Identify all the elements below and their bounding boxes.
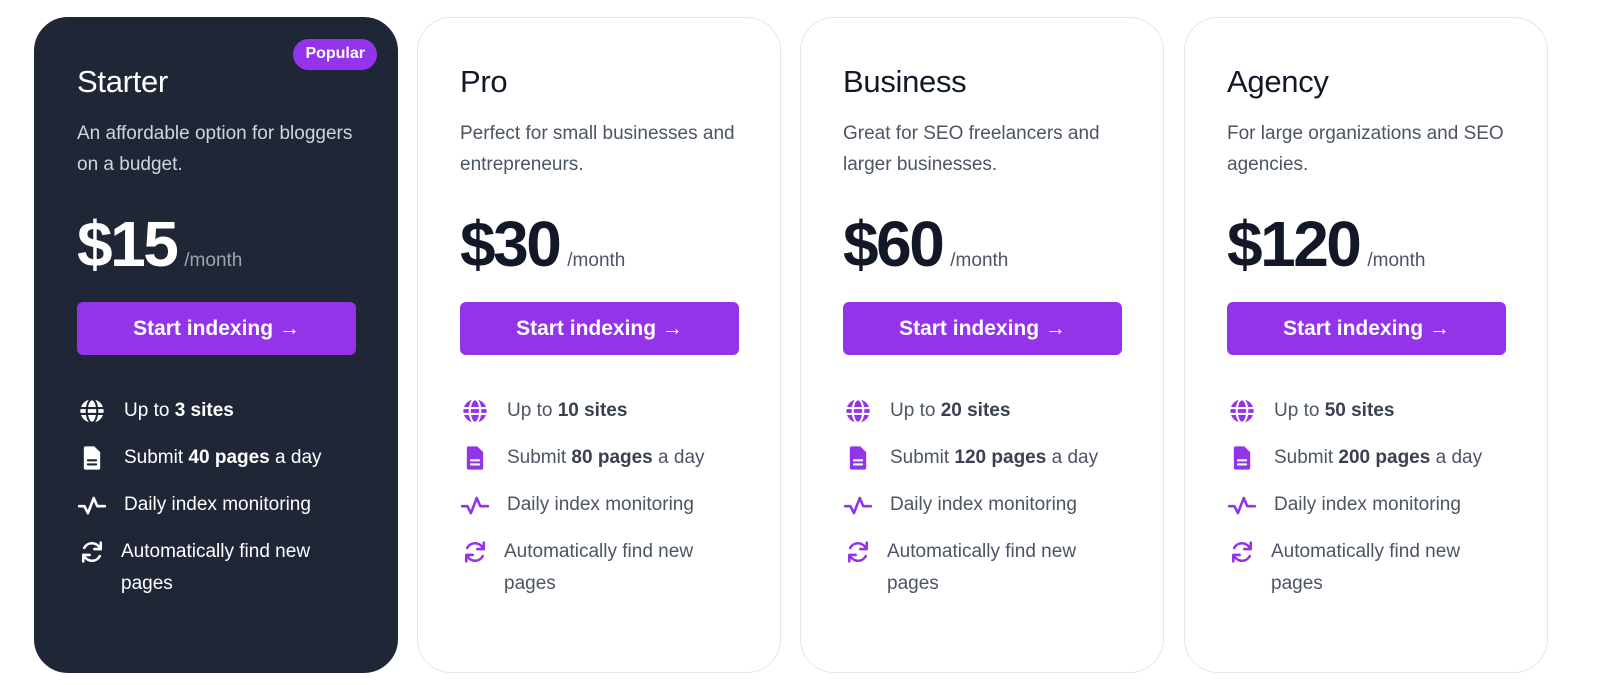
feature-monitoring: Daily index monitoring [843,489,1121,521]
plan-card-starter: Popular Starter An affordable option for… [34,17,398,673]
start-indexing-button[interactable]: Start indexing → [1227,302,1506,355]
feature-discovery: Automatically find new pages [1227,536,1505,600]
plan-card-business: Business Great for SEO freelancers and l… [800,17,1164,673]
price-row: $120 /month [1227,208,1505,280]
pulse-icon [843,489,873,521]
feature-discovery: Automatically find new pages [77,536,355,600]
feature-text: Daily index monitoring [890,494,1077,515]
price-row: $30 /month [460,208,738,280]
start-indexing-button[interactable]: Start indexing → [843,302,1122,355]
pulse-icon [1227,489,1257,521]
feature-text: Up to [507,400,558,421]
feature-text: Up to [1274,400,1325,421]
price-period: /month [950,250,1009,271]
refresh-icon [843,536,873,568]
feature-list: Up to 20 sites Submit 120 pages a day Da… [843,395,1121,600]
feature-text: Automatically find new pages [121,541,311,594]
refresh-icon [77,536,107,568]
feature-text: Submit [890,447,955,468]
feature-text: Submit [507,447,572,468]
feature-text: a day [1430,447,1483,468]
document-icon [77,442,107,474]
feature-list: Up to 10 sites Submit 80 pages a day Dai… [460,395,738,600]
feature-text: Daily index monitoring [124,494,311,515]
feature-sites: Up to 3 sites [77,395,355,427]
feature-sites: Up to 20 sites [843,395,1121,427]
popular-badge: Popular [293,39,377,70]
feature-pages: Submit 80 pages a day [460,442,738,474]
pulse-icon [77,489,107,521]
start-indexing-button[interactable]: Start indexing → [460,302,739,355]
plan-description: Perfect for small businesses and entrepr… [460,123,735,175]
feature-discovery: Automatically find new pages [460,536,738,600]
plan-description: For large organizations and SEO agencies… [1227,123,1504,175]
plan-name: Pro [460,64,508,99]
feature-text: Submit [1274,447,1339,468]
feature-pages: Submit 40 pages a day [77,442,355,474]
globe-icon [1227,395,1257,427]
feature-text: a day [652,447,705,468]
feature-value: 120 pages [954,447,1047,468]
feature-sites: Up to 50 sites [1227,395,1505,427]
feature-text: Automatically find new pages [1271,541,1461,594]
pulse-icon [460,489,490,521]
globe-icon [460,395,490,427]
feature-text: Daily index monitoring [507,494,694,515]
feature-discovery: Automatically find new pages [843,536,1121,600]
feature-monitoring: Daily index monitoring [77,489,355,521]
feature-list: Up to 50 sites Submit 200 pages a day Da… [1227,395,1505,600]
plan-price: $120 [1227,208,1362,280]
document-icon [843,442,873,474]
feature-value: 200 pages [1338,447,1431,468]
price-row: $15 /month [77,208,355,280]
feature-text: a day [1046,447,1099,468]
feature-value: 80 pages [571,447,653,468]
document-icon [1227,442,1257,474]
feature-value: 20 sites [940,400,1011,421]
feature-text: a day [269,447,322,468]
globe-icon [77,395,107,427]
feature-text: Up to [124,400,175,421]
pricing-grid: Popular Starter An affordable option for… [0,0,1612,685]
feature-list: Up to 3 sites Submit 40 pages a day Dail… [77,395,355,600]
plan-price: $15 [77,208,179,280]
feature-text: Daily index monitoring [1274,494,1461,515]
plan-price: $30 [460,208,562,280]
feature-value: 10 sites [557,400,628,421]
feature-text: Automatically find new pages [887,541,1077,594]
plan-card-pro: Pro Perfect for small businesses and ent… [417,17,781,673]
document-icon [460,442,490,474]
price-period: /month [1367,250,1426,271]
plan-description: Great for SEO freelancers and larger bus… [843,123,1100,175]
plan-card-agency: Agency For large organizations and SEO a… [1184,17,1548,673]
refresh-icon [1227,536,1257,568]
plan-price: $60 [843,208,945,280]
start-indexing-button[interactable]: Start indexing → [77,302,356,355]
feature-pages: Submit 120 pages a day [843,442,1121,474]
plan-description: An affordable option for bloggers on a b… [77,123,353,175]
price-row: $60 /month [843,208,1121,280]
feature-text: Up to [890,400,941,421]
globe-icon [843,395,873,427]
feature-monitoring: Daily index monitoring [460,489,738,521]
feature-value: 3 sites [174,400,234,421]
price-period: /month [184,250,243,271]
feature-value: 40 pages [188,447,270,468]
plan-name: Business [843,64,967,99]
refresh-icon [460,536,490,568]
feature-sites: Up to 10 sites [460,395,738,427]
feature-value: 50 sites [1324,400,1395,421]
feature-text: Submit [124,447,189,468]
feature-monitoring: Daily index monitoring [1227,489,1505,521]
price-period: /month [567,250,626,271]
feature-text: Automatically find new pages [504,541,694,594]
plan-name: Agency [1227,64,1329,99]
feature-pages: Submit 200 pages a day [1227,442,1505,474]
